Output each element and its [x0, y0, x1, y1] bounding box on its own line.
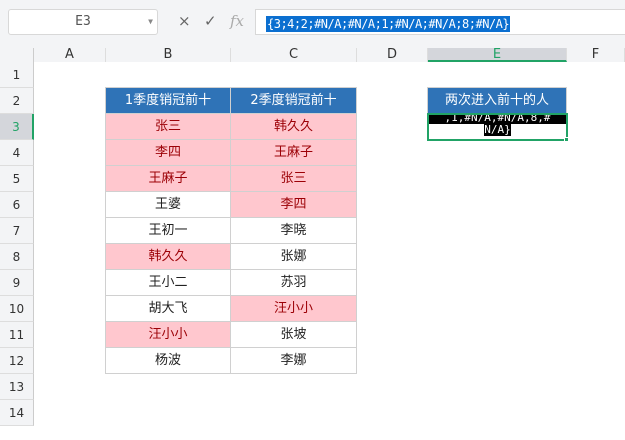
select-all-corner[interactable] [0, 48, 34, 62]
table-cell[interactable]: 王婆 [105, 191, 231, 218]
table-cell[interactable]: 李娜 [230, 347, 357, 374]
column-header-E[interactable]: E [428, 48, 567, 62]
table-cell[interactable]: 杨波 [105, 347, 231, 374]
table-cell[interactable]: 王麻子 [230, 139, 357, 166]
table-cell[interactable]: 胡大飞 [105, 295, 231, 322]
row-header-2[interactable]: 2 [0, 88, 34, 114]
formula-value: {3;4;2;#N/A;#N/A;1;#N/A;#N/A;8;#N/A} [266, 16, 511, 32]
table-cell[interactable]: 张三 [230, 165, 357, 192]
name-box-value: E3 [75, 14, 91, 29]
column-header-A[interactable]: A [34, 48, 106, 62]
table-cell[interactable]: 李四 [105, 139, 231, 166]
table-cell[interactable]: 王麻子 [105, 165, 231, 192]
name-box[interactable]: E3 ▼ [8, 9, 158, 35]
table-cell[interactable]: 李晓 [230, 217, 357, 244]
row-header-11[interactable]: 11 [0, 322, 34, 348]
table-cell[interactable]: 汪小小 [105, 321, 231, 348]
table-cell[interactable]: 韩久久 [105, 243, 231, 270]
table-cell[interactable]: 王小二 [105, 269, 231, 296]
formula-input[interactable]: {3;4;2;#N/A;#N/A;1;#N/A;#N/A;8;#N/A} [255, 9, 625, 35]
formula-bar-area: E3 ▼ × ✓ fx {3;4;2;#N/A;#N/A;1;#N/A;#N/A;… [0, 0, 625, 48]
table-cell[interactable]: 张娜 [230, 243, 357, 270]
row-header-8[interactable]: 8 [0, 244, 34, 270]
table-cell[interactable]: 汪小小 [230, 295, 357, 322]
row-header-1[interactable]: 1 [0, 62, 34, 88]
row-header-6[interactable]: 6 [0, 192, 34, 218]
column-header-B[interactable]: B [106, 48, 231, 62]
fill-handle[interactable] [564, 137, 569, 142]
result-cell-E3[interactable]: ,1,#N/A,#N/A,8,# N/A} [427, 113, 568, 141]
row-header-10[interactable]: 10 [0, 296, 34, 322]
row-header-13[interactable]: 13 [0, 374, 34, 400]
table-cell[interactable]: 张坡 [230, 321, 357, 348]
table-cell[interactable]: 李四 [230, 191, 357, 218]
cancel-icon[interactable]: × [178, 12, 191, 30]
row-header-14[interactable]: 14 [0, 400, 34, 426]
row-header-4[interactable]: 4 [0, 140, 34, 166]
table-cell[interactable]: 王初一 [105, 217, 231, 244]
column-header-D[interactable]: D [357, 48, 428, 62]
confirm-icon[interactable]: ✓ [204, 12, 217, 30]
table-cell[interactable]: 苏羽 [230, 269, 357, 296]
row-header-3[interactable]: 3 [0, 114, 34, 140]
row-header-12[interactable]: 12 [0, 348, 34, 374]
column-header-F[interactable]: F [567, 48, 625, 62]
chevron-down-icon[interactable]: ▼ [148, 10, 153, 34]
row-header-7[interactable]: 7 [0, 218, 34, 244]
row-header-9[interactable]: 9 [0, 270, 34, 296]
fx-icon[interactable]: fx [230, 12, 244, 30]
result-header[interactable]: 两次进入前十的人 [427, 87, 567, 114]
row-header-5[interactable]: 5 [0, 166, 34, 192]
table-header-C[interactable]: 2季度销冠前十 [230, 87, 357, 114]
table-cell[interactable]: 韩久久 [230, 113, 357, 140]
result-text-line2: N/A} [484, 123, 511, 136]
column-header-C[interactable]: C [231, 48, 357, 62]
table-cell[interactable]: 张三 [105, 113, 231, 140]
table-header-B[interactable]: 1季度销冠前十 [105, 87, 231, 114]
